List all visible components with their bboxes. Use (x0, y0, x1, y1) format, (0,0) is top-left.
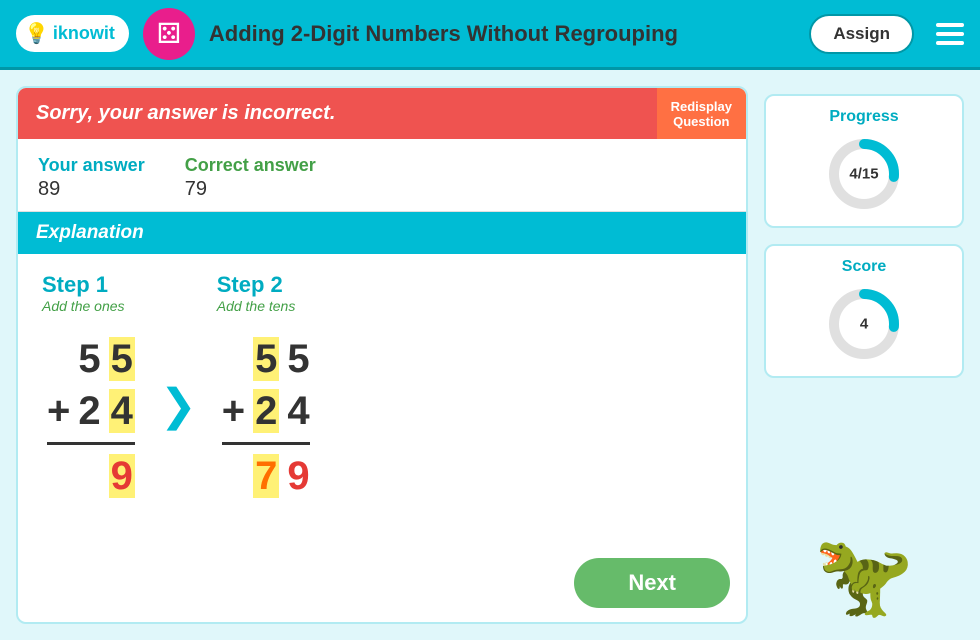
step2-row1: 5 5 (219, 334, 313, 384)
step2-math: 5 5 + 2 4 7 9 (217, 332, 315, 503)
step1-top-tens: 5 (75, 334, 103, 384)
incorrect-message: Sorry, your answer is incorrect. (18, 88, 657, 139)
question-panel: Sorry, your answer is incorrect. Redispl… (16, 86, 748, 624)
chevron-right-icon: ❯ (160, 380, 197, 431)
menu-line-2 (936, 32, 964, 36)
logo-text: iknowit (53, 23, 115, 44)
page-title: Adding 2-Digit Numbers Without Regroupin… (209, 21, 795, 47)
score-donut: 4 (824, 284, 904, 364)
answers-row: Your answer 89 Correct answer 79 (18, 139, 746, 212)
score-title: Score (842, 258, 886, 276)
progress-donut: 4/15 (824, 134, 904, 214)
step2-result-ones: 9 (284, 451, 312, 501)
correct-answer-label: Correct answer (185, 155, 316, 176)
dice-icon (143, 8, 195, 60)
incorrect-banner: Sorry, your answer is incorrect. Redispl… (18, 88, 746, 139)
step2-result-space (219, 451, 248, 501)
next-button-row: Next (18, 548, 746, 622)
step1-ones-space (44, 334, 73, 384)
progress-box: Progress 4/15 (764, 94, 964, 228)
step2-top-tens: 5 (250, 334, 282, 384)
step1-row2: + 2 4 (44, 386, 138, 436)
step1-block: Step 1 Add the ones 5 5 + 2 4 (42, 272, 140, 503)
progress-label: 4/15 (849, 166, 878, 183)
score-box: Score 4 (764, 244, 964, 378)
step2-subtitle: Add the tens (217, 298, 296, 314)
step1-bot-ones: 4 (106, 386, 138, 436)
step2-result-tens: 7 (250, 451, 282, 501)
step1-row1: 5 5 (44, 334, 138, 384)
step1-result-row: 9 (44, 451, 138, 501)
right-panel: Progress 4/15 Score 4 🦖 (764, 86, 964, 624)
redisplay-button[interactable]: RedisplayQuestion (657, 88, 746, 139)
step1-title: Step 1 (42, 272, 108, 298)
step2-title: Step 2 (217, 272, 283, 298)
step2-row2: + 2 4 (219, 386, 313, 436)
logo-bulb-icon: 💡 (24, 21, 49, 46)
your-answer-col: Your answer 89 (38, 155, 145, 201)
correct-answer-col: Correct answer 79 (185, 155, 316, 201)
step2-bot-tens: 2 (250, 386, 282, 436)
menu-line-1 (936, 23, 964, 27)
assign-button[interactable]: Assign (809, 14, 914, 54)
explanation-header: Explanation (18, 212, 746, 254)
your-answer-label: Your answer (38, 155, 145, 176)
your-answer-value: 89 (38, 178, 145, 201)
step2-result-row: 7 9 (219, 451, 313, 501)
step1-math: 5 5 + 2 4 9 (42, 332, 140, 503)
step1-subtitle: Add the ones (42, 298, 125, 314)
step2-top-ones: 5 (284, 334, 312, 384)
step1-plus: + (44, 386, 73, 436)
next-button[interactable]: Next (574, 558, 730, 608)
step2-divider (219, 438, 313, 449)
step1-bot-tens: 2 (75, 386, 103, 436)
step1-result-space (44, 451, 73, 501)
step2-top-plus-space (219, 334, 248, 384)
menu-line-3 (936, 41, 964, 45)
step1-top-ones: 5 (106, 334, 138, 384)
step2-bot-ones: 4 (284, 386, 312, 436)
step1-divider (44, 438, 138, 449)
progress-title: Progress (829, 108, 898, 126)
steps-area: Step 1 Add the ones 5 5 + 2 4 (18, 254, 746, 548)
step2-block: Step 2 Add the tens 5 5 + 2 4 (217, 272, 315, 503)
logo: 💡 iknowit (16, 15, 129, 52)
score-label: 4 (860, 316, 868, 333)
main-content: Sorry, your answer is incorrect. Redispl… (0, 70, 980, 640)
step1-result-ones: 9 (106, 451, 138, 501)
step2-plus: + (219, 386, 248, 436)
header: 💡 iknowit Adding 2-Digit Numbers Without… (0, 0, 980, 70)
menu-button[interactable] (936, 23, 964, 45)
mascot-image: 🦖 (814, 536, 914, 616)
step1-result-tens-empty (75, 451, 103, 501)
mascot-area: 🦖 (814, 394, 914, 624)
correct-answer-value: 79 (185, 178, 316, 201)
